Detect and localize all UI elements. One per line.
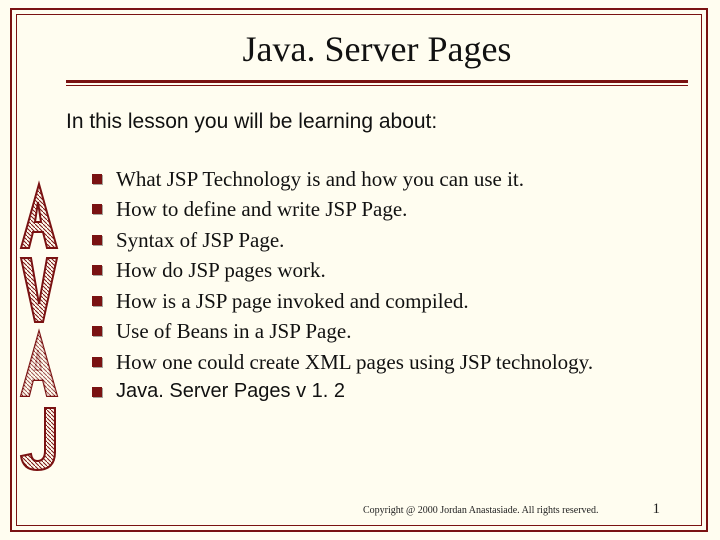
list-item: How to define and write JSP Page. <box>92 194 690 224</box>
slide-footer: Copyright @ 2000 Jordan Anastasiade. All… <box>80 501 660 518</box>
copyright-text: Copyright @ 2000 Jordan Anastasiade. All… <box>363 505 599 516</box>
intro-text: In this lesson you will be learning abou… <box>66 110 690 134</box>
title-rule-thick <box>66 80 688 83</box>
bullet-list: What JSP Technology is and how you can u… <box>92 164 690 406</box>
list-item: Use of Beans in a JSP Page. <box>92 316 690 346</box>
letter-j-icon <box>19 402 59 474</box>
letter-a-icon <box>19 328 59 400</box>
list-item: Java. Server Pages v 1. 2 <box>92 377 690 406</box>
slide-content: Java. Server Pages In this lesson you wi… <box>64 20 690 520</box>
java-vertical-art <box>16 118 62 478</box>
letter-v-icon <box>19 254 59 326</box>
list-item: How do JSP pages work. <box>92 255 690 285</box>
list-item: What JSP Technology is and how you can u… <box>92 164 690 194</box>
page-number: 1 <box>653 501 661 518</box>
letter-a2-icon <box>19 180 59 252</box>
list-item: Syntax of JSP Page. <box>92 225 690 255</box>
list-item: How is a JSP page invoked and compiled. <box>92 286 690 316</box>
page-title: Java. Server Pages <box>64 28 690 70</box>
title-rule-thin <box>66 85 688 86</box>
list-item: How one could create XML pages using JSP… <box>92 347 690 377</box>
